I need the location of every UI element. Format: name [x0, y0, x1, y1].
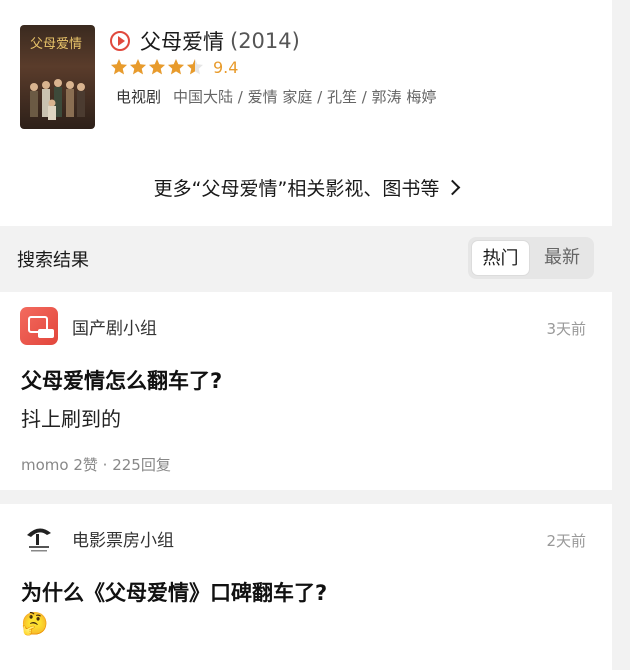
more-related-link[interactable]: 更多“父母爱情”相关影视、图书等 — [0, 174, 612, 201]
rating-stars — [110, 58, 205, 76]
poster-title: 父母爱情 — [30, 37, 83, 52]
poster-figures — [30, 79, 85, 120]
post-card[interactable]: 国产剧小组 3天前 父母爱情怎么翻车了? 抖上刷到的 momo 2赞 · 225… — [0, 292, 612, 490]
star-icon — [186, 58, 204, 76]
play-icon — [110, 31, 130, 51]
more-related-label: 更多“父母爱情”相关影视、图书等 — [153, 178, 440, 200]
sort-toggle: 热门 最新 — [468, 237, 594, 279]
star-icon — [167, 58, 185, 76]
thinking-emoji: 🤔 — [21, 612, 49, 637]
movie-meta: 电视剧 中国大陆 / 爱情 家庭 / 孔笙 / 郭涛 梅婷 — [116, 86, 436, 107]
post-title: 父母爱情怎么翻车了? — [21, 369, 223, 393]
tab-hot[interactable]: 热门 — [471, 240, 530, 276]
post-group-row[interactable]: 电影票房小组 — [20, 519, 174, 557]
results-bar: 搜索结果 热门 最新 — [0, 226, 612, 292]
rating-row: 9.4 — [110, 56, 238, 78]
rating-score: 9.4 — [213, 57, 239, 77]
movie-box-office-group-icon — [20, 519, 58, 557]
movie-poster[interactable]: 父母爱情 — [20, 25, 95, 129]
post-time: 3天前 — [546, 320, 586, 338]
post-group-row[interactable]: 国产剧小组 — [20, 307, 157, 345]
star-icon — [110, 58, 128, 76]
tab-latest[interactable]: 最新 — [532, 240, 592, 276]
movie-meta-text: 中国大陆 / 爱情 家庭 / 孔笙 / 郭涛 梅婷 — [173, 88, 437, 106]
divider — [0, 490, 612, 504]
movie-title-row[interactable]: 父母爱情 (2014) — [110, 26, 300, 56]
movie-name: 父母爱情 — [140, 30, 224, 54]
post-title: 为什么《父母爱情》口碑翻车了? — [21, 581, 328, 605]
right-edge — [612, 0, 630, 670]
post-time: 2天前 — [546, 532, 586, 550]
post-card[interactable]: 电影票房小组 2天前 为什么《父母爱情》口碑翻车了? 🤔 — [0, 504, 612, 670]
post-body: 抖上刷到的 — [21, 407, 121, 431]
results-label: 搜索结果 — [17, 250, 89, 271]
star-icon — [129, 58, 147, 76]
tv-group-icon — [20, 307, 58, 345]
post-meta: momo 2赞 · 225回复 — [21, 456, 171, 474]
movie-type: 电视剧 — [116, 88, 162, 106]
chevron-right-icon — [445, 179, 461, 196]
group-name: 国产剧小组 — [72, 318, 157, 339]
movie-year: (2014) — [230, 29, 300, 53]
group-name: 电影票房小组 — [72, 530, 174, 551]
star-icon — [148, 58, 166, 76]
page: 父母爱情 父母爱情 (2014) 9.4 电视剧 中国大陆 / 爱情 家庭 / 孔… — [0, 0, 612, 670]
